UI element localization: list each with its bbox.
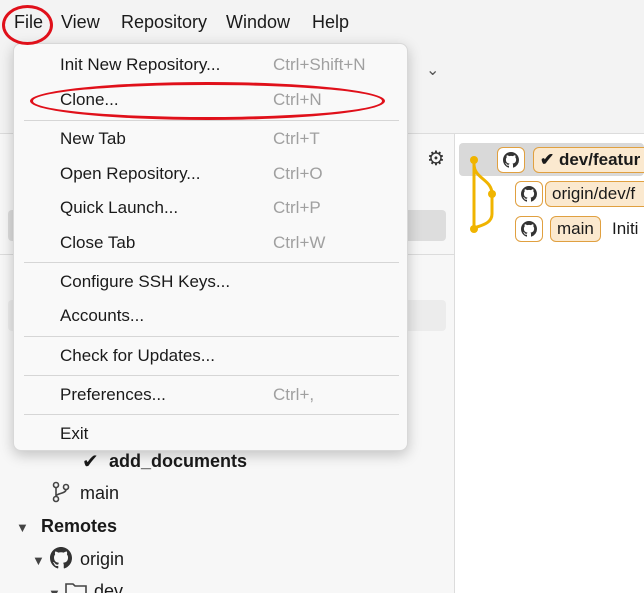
commit-dot <box>488 190 496 198</box>
branch-current[interactable]: add_documents <box>109 451 247 472</box>
menu-item-close-tab[interactable]: Close Tab Ctrl+W <box>14 227 407 259</box>
branch-main[interactable]: main <box>80 483 119 504</box>
github-icon <box>50 547 72 574</box>
menu-repository[interactable]: Repository <box>121 12 207 33</box>
menu-item-accounts[interactable]: Accounts... <box>14 300 407 332</box>
menu-item-exit[interactable]: Exit <box>14 418 407 450</box>
remotes-header[interactable]: Remotes <box>41 516 117 537</box>
menu-item-new-tab[interactable]: New Tab Ctrl+T <box>14 123 407 155</box>
menu-view[interactable]: View <box>61 12 100 33</box>
menu-item-preferences[interactable]: Preferences... Ctrl+, <box>14 379 407 411</box>
menu-item-init-repository[interactable]: Init New Repository... Ctrl+Shift+N <box>14 49 407 81</box>
annotation-circle-file <box>2 5 53 45</box>
chevron-down-icon[interactable]: ⌄ <box>426 60 439 80</box>
check-icon: ✔ <box>82 451 99 473</box>
folder-icon <box>64 580 88 593</box>
menu-bar: File View Repository Window Help <box>0 0 644 46</box>
ref-chip-main[interactable]: main <box>550 216 601 242</box>
gear-icon[interactable]: ⚙ <box>427 146 445 171</box>
ref-chip-current[interactable]: ✔ dev/featur <box>533 147 644 173</box>
menu-separator <box>24 262 399 263</box>
menu-item-configure-ssh[interactable]: Configure SSH Keys... <box>14 266 407 298</box>
commit-dot <box>470 156 478 164</box>
menu-window[interactable]: Window <box>226 12 290 33</box>
menu-item-check-updates[interactable]: Check for Updates... <box>14 340 407 372</box>
collapse-triangle-icon[interactable]: ▼ <box>32 553 45 568</box>
menu-item-open-repository[interactable]: Open Repository... Ctrl+O <box>14 158 407 190</box>
annotation-circle-clone <box>30 82 385 120</box>
menu-separator <box>24 414 399 415</box>
github-icon <box>515 181 543 207</box>
menu-separator <box>24 375 399 376</box>
collapse-triangle-icon[interactable]: ▼ <box>16 520 29 535</box>
check-icon: ✔ <box>540 150 559 169</box>
ref-chip-remote[interactable]: origin/dev/f <box>545 181 644 207</box>
github-icon <box>515 216 543 242</box>
branch-icon <box>52 481 70 508</box>
collapse-triangle-icon[interactable]: ▼ <box>48 586 61 593</box>
github-icon <box>497 147 525 173</box>
commit-dot <box>470 225 478 233</box>
remote-folder-dev[interactable]: dev <box>94 581 123 593</box>
menu-item-quick-launch[interactable]: Quick Launch... Ctrl+P <box>14 192 407 224</box>
menu-separator <box>24 120 399 121</box>
menu-help[interactable]: Help <box>312 12 349 33</box>
menu-separator <box>24 336 399 337</box>
commit-message[interactable]: Initi <box>612 219 638 239</box>
remote-origin[interactable]: origin <box>80 549 124 570</box>
